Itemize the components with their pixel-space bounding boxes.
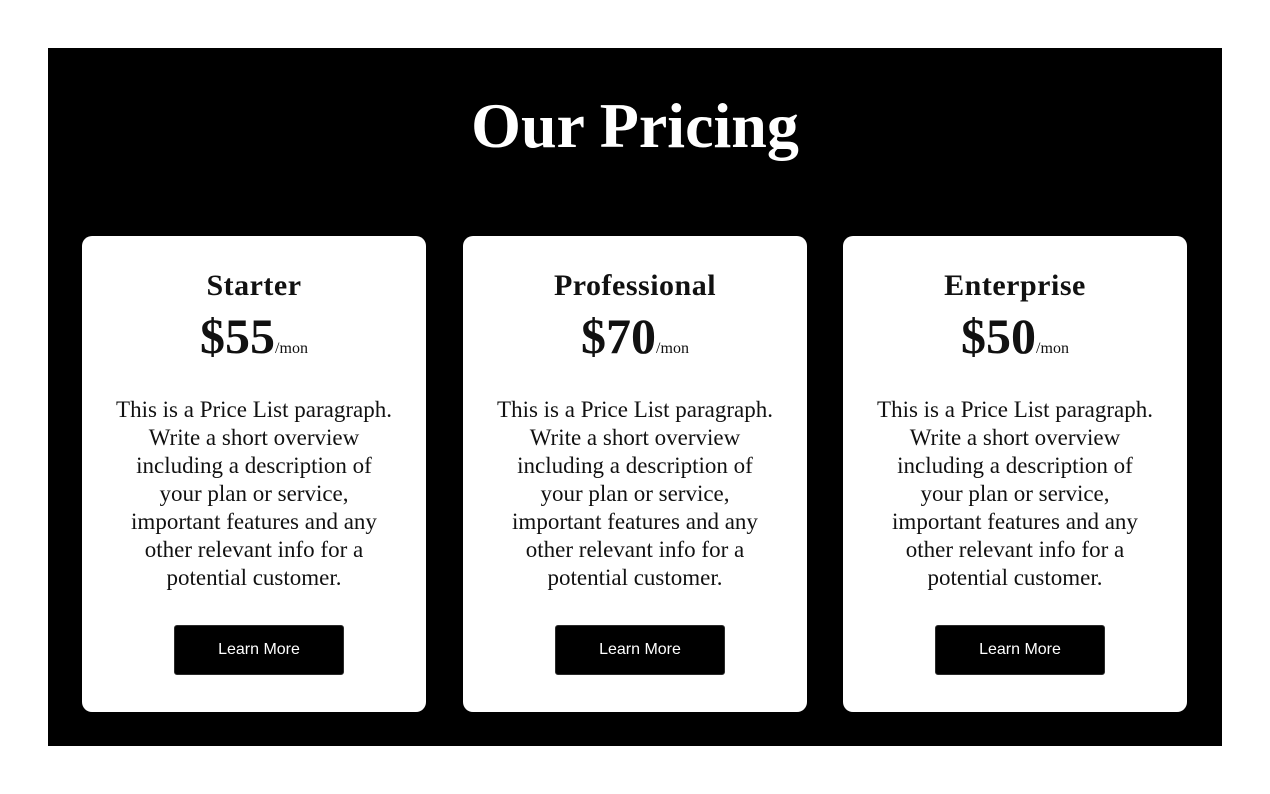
price-row: $70/mon (463, 308, 807, 377)
learn-more-button-enterprise[interactable]: Learn More (935, 625, 1105, 675)
learn-more-button-professional[interactable]: Learn More (555, 625, 725, 675)
plan-name: Starter (206, 269, 302, 302)
section-title: Our Pricing (471, 90, 799, 161)
plan-description: This is a Price List paragraph. Write a … (116, 397, 392, 590)
plan-price: $50 (961, 308, 1037, 364)
plan-period: /mon (275, 340, 308, 357)
plan-period: /mon (656, 340, 689, 357)
learn-more-button-starter[interactable]: Learn More (174, 625, 344, 675)
plan-description: This is a Price List paragraph. Write a … (877, 397, 1153, 590)
pricing-card-enterprise: Enterprise $50/mon This is a Price List … (843, 236, 1187, 712)
price-row: $55/mon (82, 308, 426, 377)
plan-name: Professional (553, 269, 717, 302)
price-row: $50/mon (843, 308, 1187, 377)
plan-period: /mon (1036, 340, 1069, 357)
pricing-card-starter: Starter $55/mon This is a Price List par… (82, 236, 426, 712)
plan-price: $70 (581, 308, 657, 364)
plan-name: Enterprise (944, 269, 1086, 302)
pricing-card-professional: Professional $70/mon This is a Price Lis… (463, 236, 807, 712)
plan-description: This is a Price List paragraph. Write a … (497, 397, 773, 590)
pricing-section: Our Pricing Starter $55/mon This is a Pr… (48, 48, 1222, 746)
plan-price: $55 (200, 308, 276, 364)
